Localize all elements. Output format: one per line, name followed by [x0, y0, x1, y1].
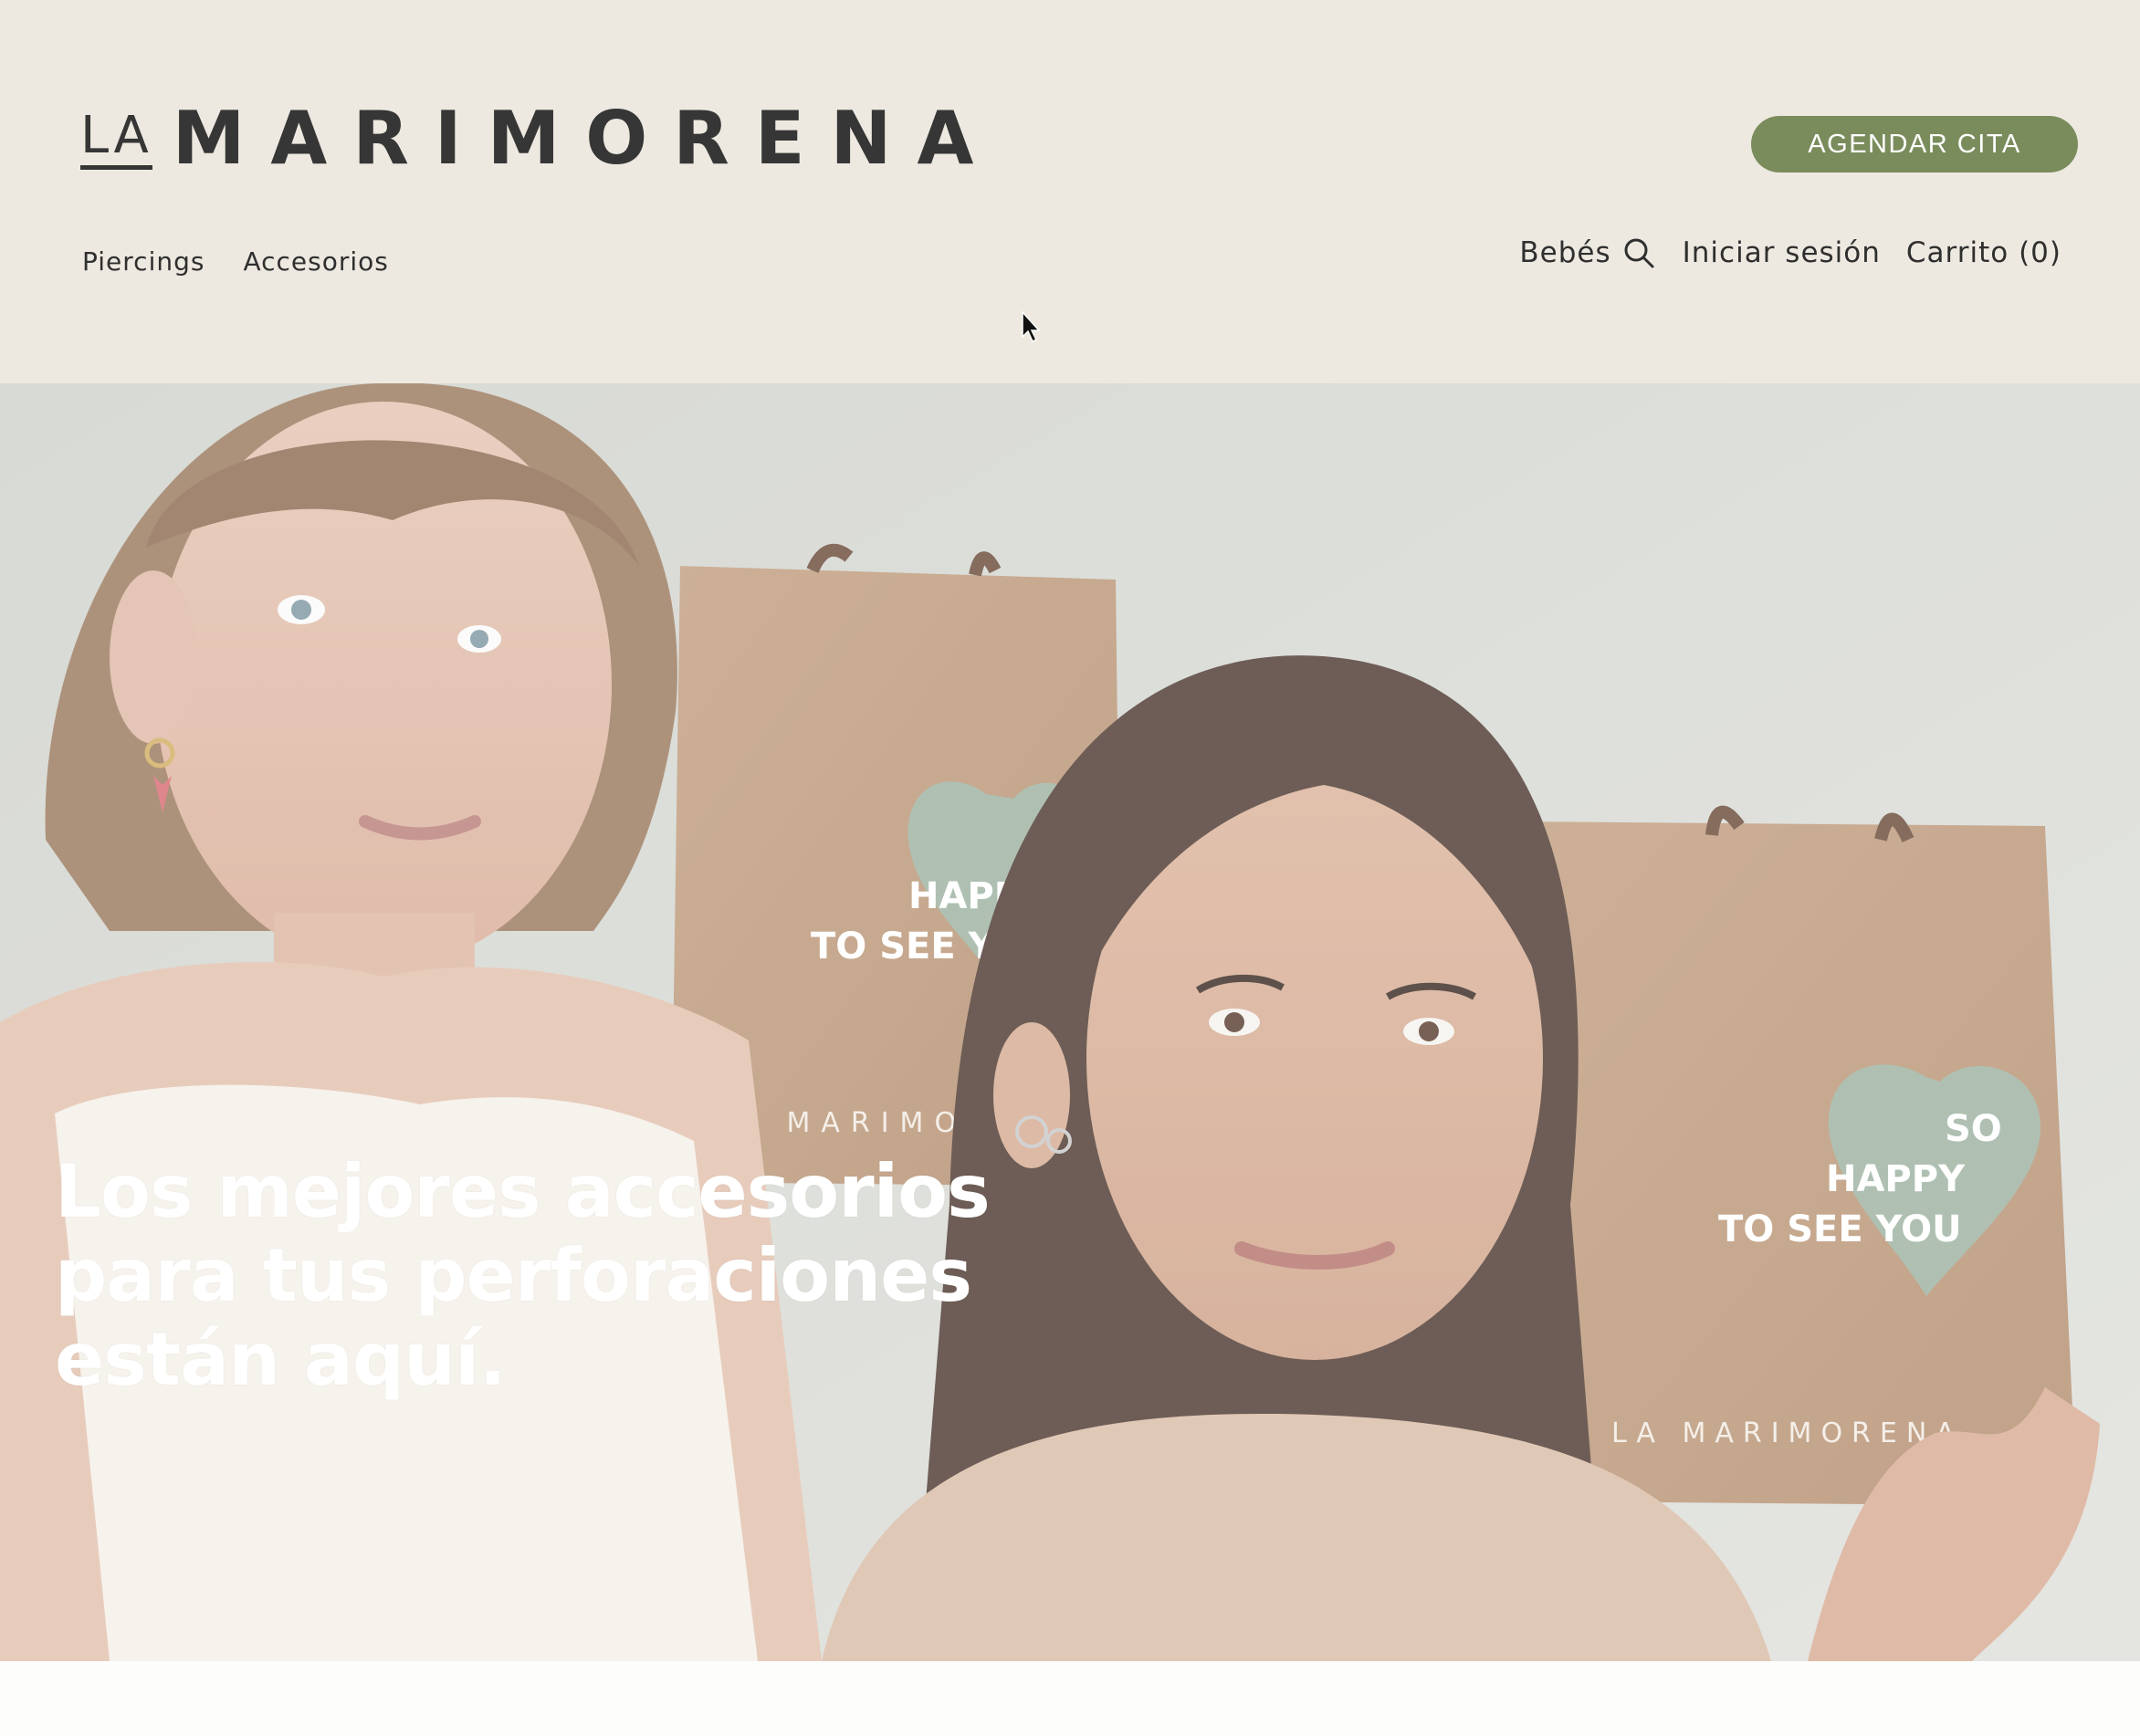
search-icon[interactable]	[1622, 236, 1655, 269]
main-nav: Piercings Accesorios	[82, 246, 389, 277]
cart-link[interactable]: Carrito (0)	[1906, 236, 2061, 269]
login-link[interactable]: Iniciar sesión	[1683, 236, 1881, 269]
nav-item-accesorios[interactable]: Accesorios	[243, 246, 388, 277]
logo-prefix: LA	[80, 110, 152, 170]
hero-heading: Los mejores accesorios para tus perforac…	[55, 1149, 991, 1402]
hero-banner: SO HAPPY TO SEE YOU LA MARIMOR	[0, 383, 2140, 1661]
book-appointment-button[interactable]: AGENDAR CITA	[1751, 116, 2078, 173]
cursor-icon	[1022, 311, 1041, 343]
hero-photo: SO HAPPY TO SEE YOU LA MARIMOR	[0, 383, 2140, 1661]
site-header: LA MARIMORENA AGENDAR CITA Piercings Acc…	[0, 0, 2140, 383]
site-logo[interactable]: LA MARIMORENA	[80, 102, 999, 175]
page-content-start	[0, 1661, 2140, 1736]
utility-nav: Bebés Iniciar sesión Carrito (0)	[1519, 236, 2061, 269]
nav-item-piercings[interactable]: Piercings	[82, 246, 205, 277]
nav-item-bebes[interactable]: Bebés	[1519, 236, 1610, 269]
logo-name: MARIMORENA	[172, 96, 1000, 181]
